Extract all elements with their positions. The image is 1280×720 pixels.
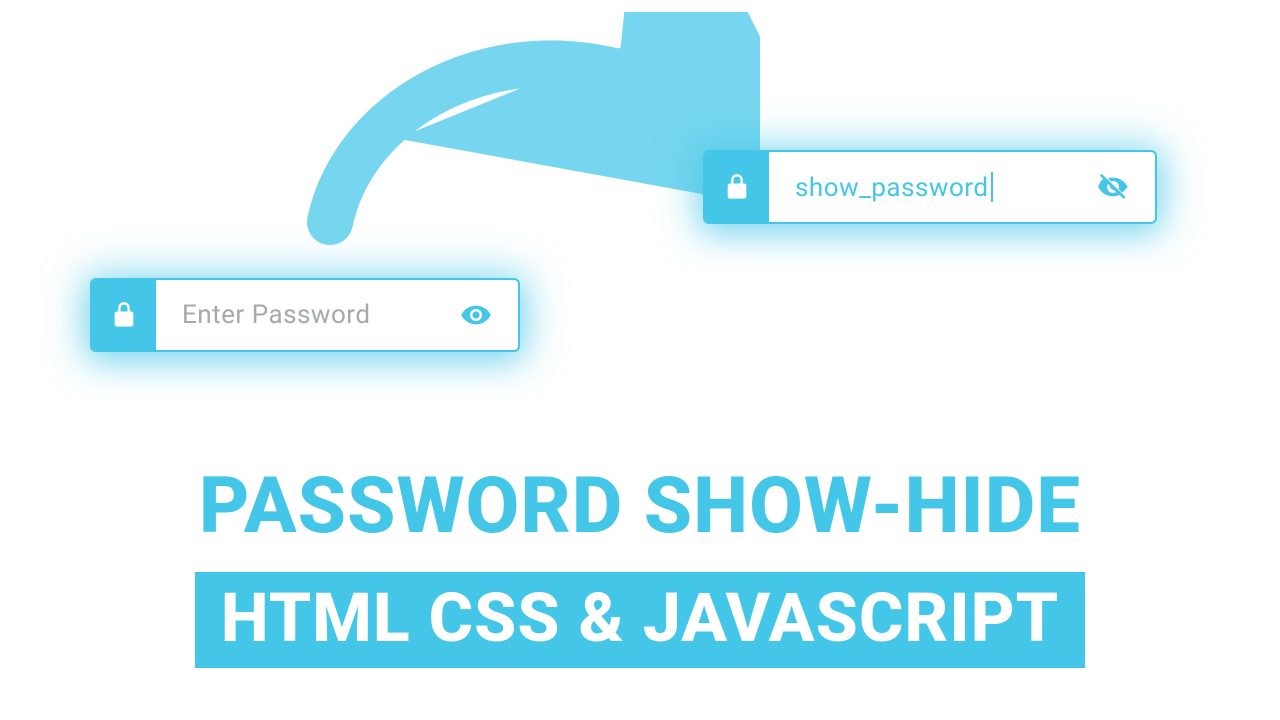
eye-show-icon[interactable] [460, 299, 492, 331]
password-field-hidden: Enter Password [90, 278, 520, 352]
eye-hide-icon[interactable] [1097, 171, 1129, 203]
title-line-2: HTML CSS & JAVASCRIPT [195, 572, 1085, 668]
password-input[interactable]: Enter Password [182, 300, 442, 330]
title-block: PASSWORD SHOW-HIDE HTML CSS & JAVASCRIPT [0, 461, 1280, 668]
title-line-1: PASSWORD SHOW-HIDE [199, 461, 1081, 552]
lock-icon [92, 280, 156, 350]
lock-icon [705, 152, 769, 222]
password-field-shown: show_password [703, 150, 1157, 224]
curved-arrow-icon [300, 12, 760, 252]
password-input[interactable]: show_password [795, 172, 1079, 203]
